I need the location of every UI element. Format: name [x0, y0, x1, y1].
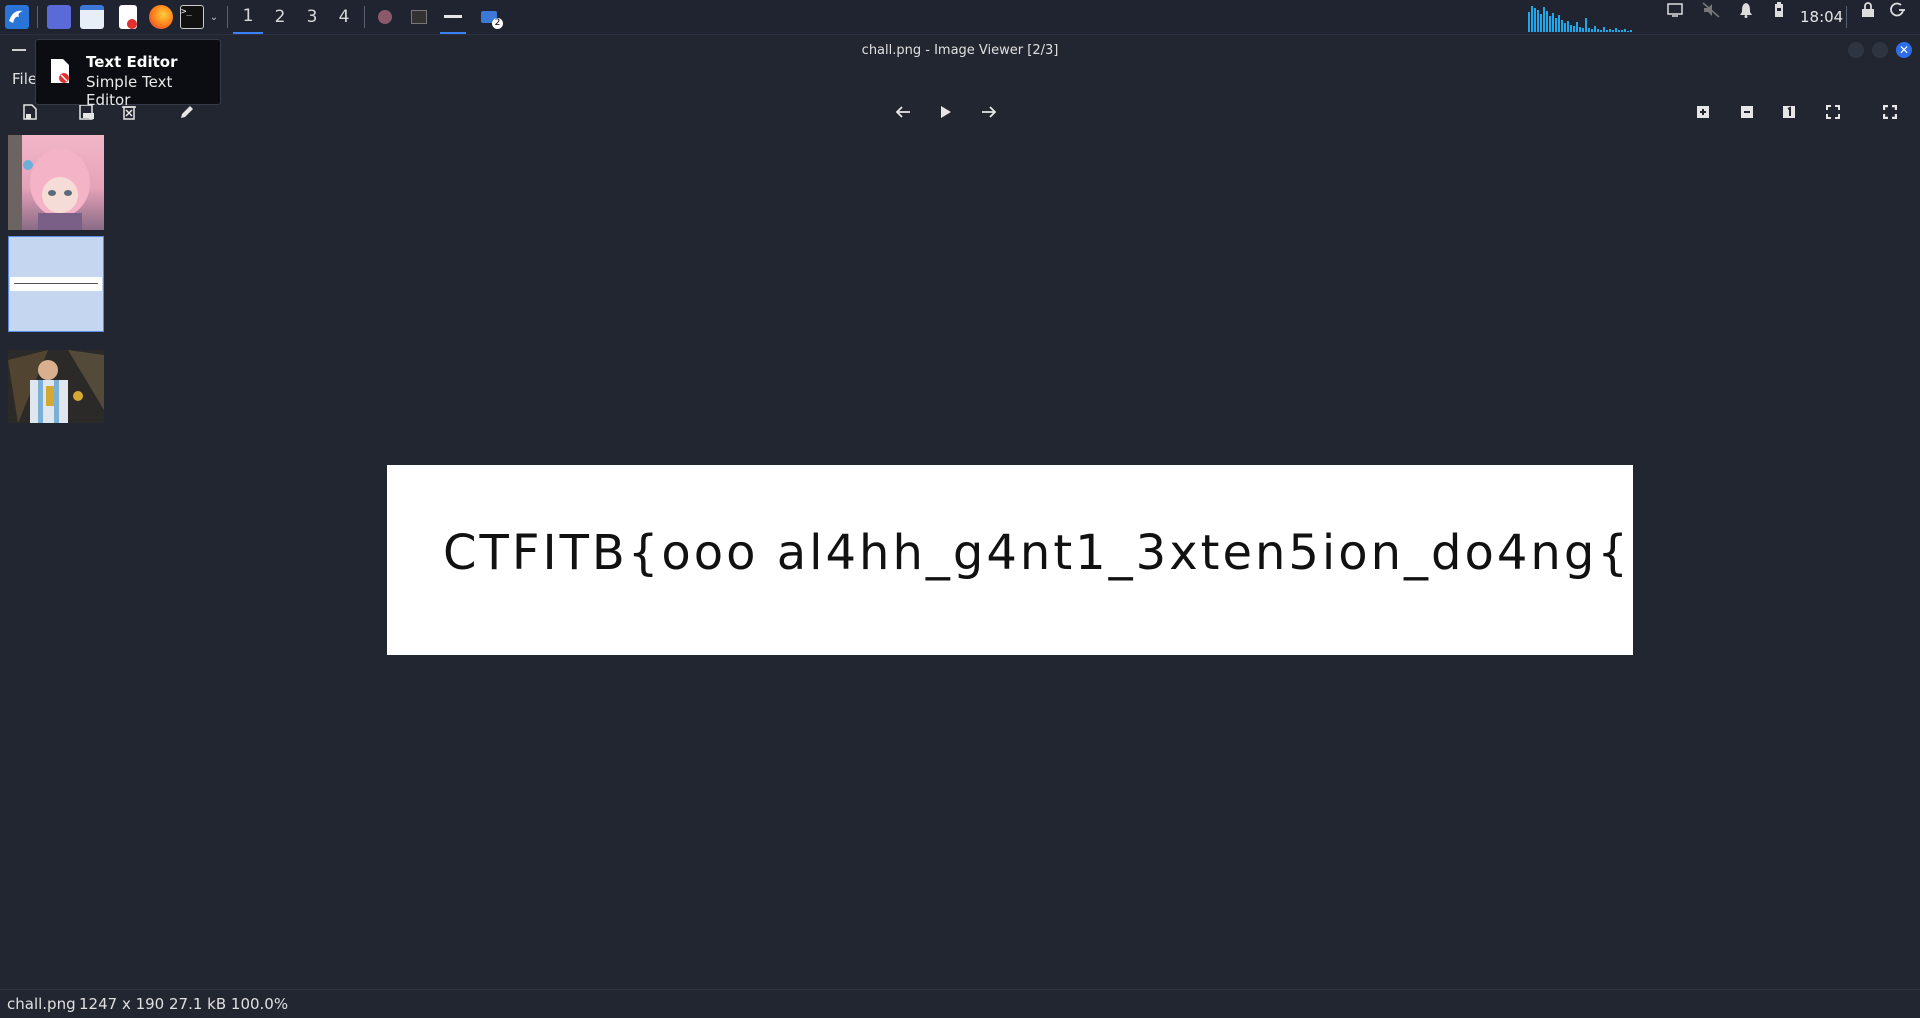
text-editor-launcher[interactable] [114, 0, 142, 34]
text-editor-icon [49, 58, 71, 84]
terminal-small-icon [411, 10, 427, 24]
displayed-image: CTFITB{ooo al4hh_g4nt1_3xten5ion_do4ng{ [387, 465, 1633, 655]
slideshow-play-button[interactable] [934, 100, 958, 124]
maximize-button[interactable] [1872, 42, 1888, 58]
handwritten-flag-text: CTFITB{ooo al4hh_g4nt1_3xten5ion_do4ng{ [443, 525, 1631, 581]
clock[interactable]: 18:04 [1800, 0, 1843, 34]
window-title: chall.png - Image Viewer [2/3] [861, 43, 1059, 58]
status-filename: chall.png [7, 995, 76, 1013]
taskbar-terminal-window[interactable] [406, 0, 432, 34]
firefox-small-icon [378, 10, 392, 24]
workspace-1[interactable]: 1 [233, 0, 263, 34]
file-manager-launcher[interactable] [78, 0, 106, 34]
logout-icon[interactable] [1888, 0, 1908, 20]
folder-small-icon: 2 [481, 11, 503, 29]
terminal-launcher[interactable]: >_ [179, 0, 205, 34]
battery-icon[interactable] [1769, 0, 1789, 20]
taskbar-firefox-window[interactable] [372, 0, 398, 34]
anime-girl-thumbnail-art [8, 135, 90, 230]
text-editor-icon [119, 5, 137, 29]
kali-menu-button[interactable] [2, 0, 32, 34]
minimize-bar-icon [444, 14, 462, 18]
fit-window-icon [1826, 105, 1840, 119]
folder-icon [80, 5, 104, 29]
actual-size-icon [1783, 106, 1795, 118]
notification-bell-icon[interactable] [1736, 0, 1756, 20]
thumbnail-text-strip [10, 277, 102, 291]
minimize-button[interactable] [1848, 42, 1864, 58]
firefox-launcher[interactable] [147, 0, 175, 34]
status-image-info: 1247 x 190 27.1 kB 100.0% [79, 995, 289, 1013]
next-image-button[interactable] [977, 100, 1001, 124]
top-taskbar: >_ ⌄ 1 2 3 4 2 18:04 [0, 0, 1920, 35]
open-file-icon [23, 104, 37, 120]
lock-screen-icon[interactable] [1858, 0, 1878, 20]
workspace-4[interactable]: 4 [329, 0, 359, 34]
zoom-out-icon [1741, 106, 1753, 118]
thumbnail-2-selected[interactable] [8, 236, 104, 332]
thumbnail-3[interactable] [8, 350, 104, 423]
kali-dragon-icon [5, 5, 29, 29]
zoom-out-button[interactable] [1735, 100, 1759, 124]
terminal-icon: >_ [180, 5, 204, 29]
zoom-100-button[interactable] [1777, 100, 1801, 124]
zoom-in-button[interactable] [1691, 100, 1715, 124]
thumbnail-1[interactable] [8, 135, 104, 230]
tooltip-subtitle: Simple Text Editor [86, 73, 173, 109]
fullscreen-button[interactable] [1878, 100, 1902, 124]
tooltip-title: Text Editor [86, 53, 178, 71]
zoom-in-icon [1697, 106, 1709, 118]
close-button[interactable]: ✕ [1896, 42, 1912, 58]
football-player-thumbnail-art [8, 350, 104, 423]
arrow-right-icon [982, 106, 997, 118]
display-icon[interactable] [1665, 0, 1685, 20]
previous-image-button[interactable] [891, 100, 915, 124]
fullscreen-icon [1883, 105, 1897, 119]
launcher-chevron-down-icon[interactable]: ⌄ [207, 0, 221, 34]
taskbar-image-viewer-window[interactable] [440, 0, 466, 34]
zoom-fit-button[interactable] [1821, 100, 1845, 124]
workspace-3[interactable]: 3 [297, 0, 327, 34]
show-desktop-button[interactable] [45, 0, 73, 34]
window-count-badge: 2 [492, 18, 503, 29]
launcher-tooltip: Text Editor Simple Text Editor [35, 39, 221, 109]
audio-visualizer-bars [1528, 4, 1658, 32]
play-icon [941, 106, 951, 118]
window-titlebar: chall.png - Image Viewer [2/3] ✕ [0, 34, 1920, 66]
volume-muted-icon[interactable] [1701, 0, 1721, 20]
status-bar: chall.png 1247 x 190 27.1 kB 100.0% [0, 989, 1920, 1018]
desktop-icon [47, 5, 71, 29]
workspace-2[interactable]: 2 [265, 0, 295, 34]
menu-file[interactable]: File [12, 70, 37, 88]
taskbar-folder-window[interactable]: 2 [476, 0, 503, 34]
arrow-left-icon [895, 106, 910, 118]
firefox-icon [149, 5, 173, 29]
